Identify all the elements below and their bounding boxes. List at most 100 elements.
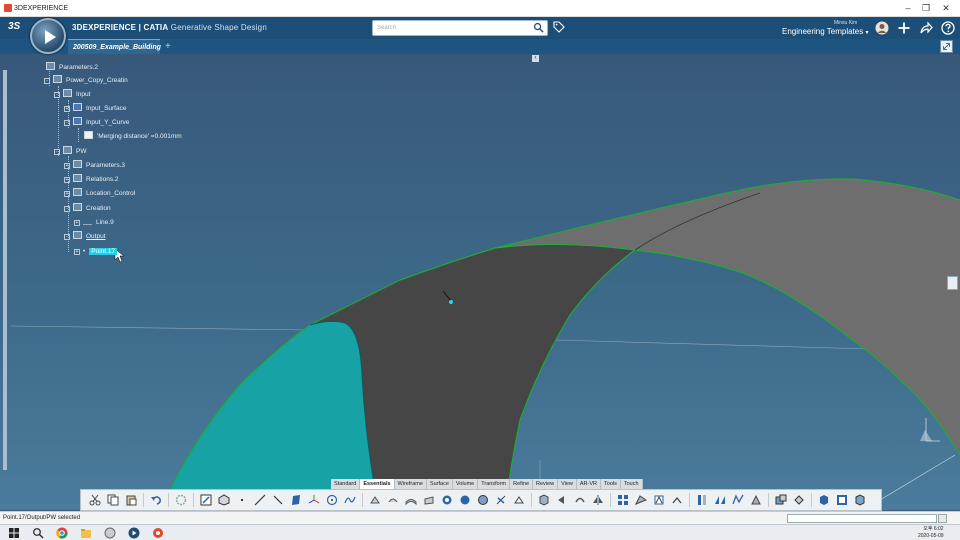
expand-icon[interactable]: -: [64, 120, 70, 126]
extrude-icon[interactable]: [369, 494, 381, 506]
tree-item-input-surface[interactable]: + Input_Surface: [64, 103, 126, 115]
tree-item-point-17[interactable]: + • Point.17: [74, 246, 118, 258]
taskbar-app-icon[interactable]: [104, 527, 116, 539]
expand-icon[interactable]: +: [64, 106, 70, 112]
tree-item-output[interactable]: - Output: [64, 231, 106, 243]
fill-icon[interactable]: [423, 494, 435, 506]
tree-item-line-9[interactable]: + Line.9: [74, 217, 114, 229]
expand-icon[interactable]: -: [54, 92, 60, 98]
command-input[interactable]: [787, 514, 937, 523]
axis-system-icon[interactable]: [308, 494, 320, 506]
tab-transform[interactable]: Transform: [478, 479, 511, 489]
pattern-icon[interactable]: [617, 494, 629, 506]
line-icon[interactable]: [254, 494, 266, 506]
paste-icon[interactable]: [125, 494, 137, 506]
windows-start-icon[interactable]: [8, 527, 20, 539]
search-icon[interactable]: [533, 22, 544, 33]
plus-icon[interactable]: [897, 21, 911, 35]
avatar-icon[interactable]: [875, 21, 889, 35]
expand-icon[interactable]: +: [74, 220, 80, 226]
plane-icon[interactable]: [290, 494, 302, 506]
material-icon[interactable]: [836, 494, 848, 506]
maximize-button[interactable]: ❐: [920, 3, 932, 14]
tab-view[interactable]: View: [558, 479, 577, 489]
tab-review[interactable]: Review: [533, 479, 559, 489]
tree-item-relations-2[interactable]: + Relations.2: [64, 174, 119, 186]
view-mode-icon[interactable]: [854, 494, 866, 506]
close-button[interactable]: ✕: [940, 3, 952, 14]
scale-icon[interactable]: [635, 494, 647, 506]
expand-icon[interactable]: -: [44, 78, 50, 84]
spline-icon[interactable]: [344, 494, 356, 506]
polyline-icon[interactable]: [272, 494, 284, 506]
tree-item-pw[interactable]: - PW: [54, 146, 86, 158]
new-tab-button[interactable]: +: [165, 40, 171, 53]
collab-space-selector[interactable]: Engineering Templates ▾: [782, 27, 869, 36]
offset-icon[interactable]: [477, 494, 489, 506]
affinity-icon[interactable]: [653, 494, 665, 506]
tab-essentials[interactable]: Essentials: [360, 479, 395, 489]
revolve-icon[interactable]: [387, 494, 399, 506]
connect-checker-icon[interactable]: [750, 494, 762, 506]
tab-volume[interactable]: Volume: [453, 479, 479, 489]
tree-item-merging-distance[interactable]: 'Merging distance' =0.001mm: [84, 131, 182, 143]
tree-item-input[interactable]: - Input: [54, 89, 90, 101]
minimize-button[interactable]: –: [902, 3, 914, 14]
expand-icon[interactable]: -: [64, 234, 70, 240]
side-panel-handle[interactable]: [947, 276, 958, 290]
expand-icon[interactable]: -: [54, 149, 60, 155]
rotate-icon[interactable]: [574, 494, 586, 506]
tab-surface[interactable]: Surface: [427, 479, 453, 489]
tree-item-input-y-curve[interactable]: - Input_Y_Curve: [64, 117, 129, 129]
translate-icon[interactable]: [556, 494, 568, 506]
multi-section-icon[interactable]: [441, 494, 453, 506]
search-input[interactable]: [372, 20, 548, 36]
expand-icon[interactable]: +: [74, 249, 80, 255]
blend-icon[interactable]: [459, 494, 471, 506]
copy-icon[interactable]: [107, 494, 119, 506]
cut-icon[interactable]: [89, 494, 101, 506]
sketch-icon[interactable]: [200, 494, 212, 506]
tree-item-power-copy[interactable]: - Power_Copy_Creatin: [44, 75, 128, 87]
taskbar-app-icon[interactable]: [152, 527, 164, 539]
swap-visible-space-icon[interactable]: [793, 494, 805, 506]
file-explorer-icon[interactable]: [80, 527, 92, 539]
tree-item-location-control[interactable]: + Location_Control: [64, 188, 135, 200]
tab-active-document[interactable]: 200509_Example_Building: [68, 39, 161, 54]
draft-analysis-icon[interactable]: [714, 494, 726, 506]
expand-icon[interactable]: +: [64, 177, 70, 183]
sweep-icon[interactable]: [405, 494, 417, 506]
command-dropdown-button[interactable]: [938, 514, 947, 523]
tree-scrollbar[interactable]: [3, 70, 7, 470]
tab-refine[interactable]: Refine: [510, 479, 534, 489]
undo-icon[interactable]: [150, 494, 162, 506]
positioned-sketch-icon[interactable]: [218, 494, 230, 506]
search-icon[interactable]: [32, 527, 44, 539]
tree-collapse-button[interactable]: ‹: [532, 55, 539, 62]
split-icon[interactable]: [495, 494, 507, 506]
symmetry-icon[interactable]: [592, 494, 604, 506]
expand-icon[interactable]: [940, 40, 953, 53]
tab-ar-vr[interactable]: AR-VR: [577, 479, 602, 489]
tag-icon[interactable]: [553, 21, 565, 33]
tree-item-parameters-2[interactable]: Parameters.2: [46, 62, 98, 74]
curvature-analysis-icon[interactable]: [732, 494, 744, 506]
hide-show-icon[interactable]: [775, 494, 787, 506]
tab-touch[interactable]: Touch: [621, 479, 643, 489]
expand-icon[interactable]: +: [64, 191, 70, 197]
compass-play-button[interactable]: [30, 18, 66, 54]
measure-icon[interactable]: [696, 494, 708, 506]
trim-icon[interactable]: [513, 494, 525, 506]
cube-icon[interactable]: [818, 494, 830, 506]
extract-icon[interactable]: [671, 494, 683, 506]
expand-icon[interactable]: +: [64, 163, 70, 169]
share-icon[interactable]: [919, 21, 933, 35]
point-icon[interactable]: [236, 494, 248, 506]
circle-icon[interactable]: [326, 494, 338, 506]
tab-tools[interactable]: Tools: [601, 479, 621, 489]
expand-icon[interactable]: -: [64, 206, 70, 212]
tab-standard[interactable]: Standard: [331, 479, 361, 489]
join-icon[interactable]: [538, 494, 550, 506]
chrome-icon[interactable]: [56, 527, 68, 539]
tab-wireframe[interactable]: Wireframe: [395, 479, 427, 489]
